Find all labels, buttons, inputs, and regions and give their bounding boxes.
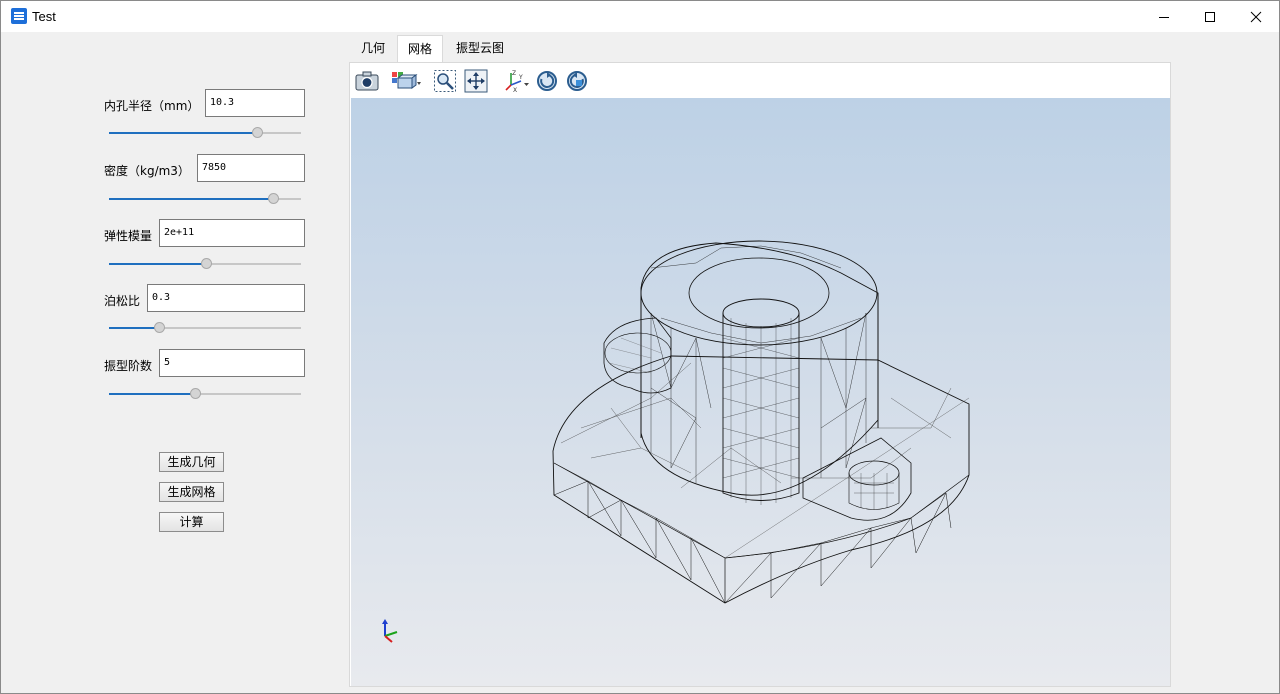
viewer-toolbar: Z Y X [350, 63, 1170, 98]
close-button[interactable] [1233, 1, 1279, 32]
fit-all-icon[interactable] [464, 69, 488, 93]
compute-button[interactable]: 计算 [159, 512, 224, 532]
tab-geometry[interactable]: 几何 [350, 35, 396, 63]
elastic-modulus-input[interactable]: 2e+11 [159, 219, 305, 247]
slider-handle[interactable] [201, 258, 212, 269]
maximize-button[interactable] [1187, 1, 1233, 32]
inner-radius-slider[interactable] [109, 127, 301, 139]
tab-mode-shape[interactable]: 振型云图 [444, 35, 516, 63]
app-icon [11, 8, 27, 24]
mode-order-slider[interactable] [109, 388, 301, 400]
poisson-ratio-slider[interactable] [109, 322, 301, 334]
svg-text:Y: Y [518, 74, 523, 81]
rotate-ccw-icon[interactable] [565, 69, 589, 93]
main-window: Test 内孔半径（mm） 10.3 密度（kg/m3） 7850 弹性模量 2… [0, 0, 1280, 694]
poisson-ratio-input[interactable]: 0.3 [147, 284, 305, 312]
generate-geometry-button[interactable]: 生成几何 [159, 452, 224, 472]
inner-radius-input[interactable]: 10.3 [205, 89, 305, 117]
tab-mesh[interactable]: 网格 [397, 35, 443, 63]
mode-order-input[interactable]: 5 [159, 349, 305, 377]
slider-handle[interactable] [252, 127, 263, 138]
svg-text:X: X [513, 87, 517, 93]
view-cube-icon[interactable] [391, 69, 421, 93]
elastic-modulus-slider[interactable] [109, 258, 301, 270]
orientation-triad [382, 619, 398, 643]
inner-radius-label: 内孔半径（mm） [104, 99, 200, 113]
generate-mesh-button[interactable]: 生成网格 [159, 482, 224, 502]
slider-handle[interactable] [154, 322, 165, 333]
axes-icon[interactable]: Z Y X [502, 69, 530, 93]
camera-icon[interactable] [355, 69, 379, 93]
window-title: Test [32, 9, 56, 24]
slider-handle[interactable] [268, 193, 279, 204]
zoom-box-icon[interactable] [433, 69, 457, 93]
poisson-ratio-label: 泊松比 [104, 294, 141, 308]
mode-order-label: 振型阶数 [104, 359, 153, 373]
maximize-icon [1205, 11, 1215, 22]
density-input[interactable]: 7850 [197, 154, 305, 182]
close-icon [1250, 11, 1262, 22]
svg-text:Z: Z [512, 70, 516, 77]
density-label: 密度（kg/m3） [104, 164, 190, 178]
slider-handle[interactable] [190, 388, 201, 399]
3d-viewport[interactable] [351, 98, 1170, 686]
elastic-modulus-label: 弹性模量 [104, 229, 153, 243]
density-slider[interactable] [109, 193, 301, 205]
minimize-icon [1159, 16, 1169, 18]
title-bar[interactable]: Test [1, 1, 1279, 32]
minimize-button[interactable] [1141, 1, 1187, 32]
rotate-cw-icon[interactable] [535, 69, 559, 93]
mesh-model [552, 240, 970, 604]
